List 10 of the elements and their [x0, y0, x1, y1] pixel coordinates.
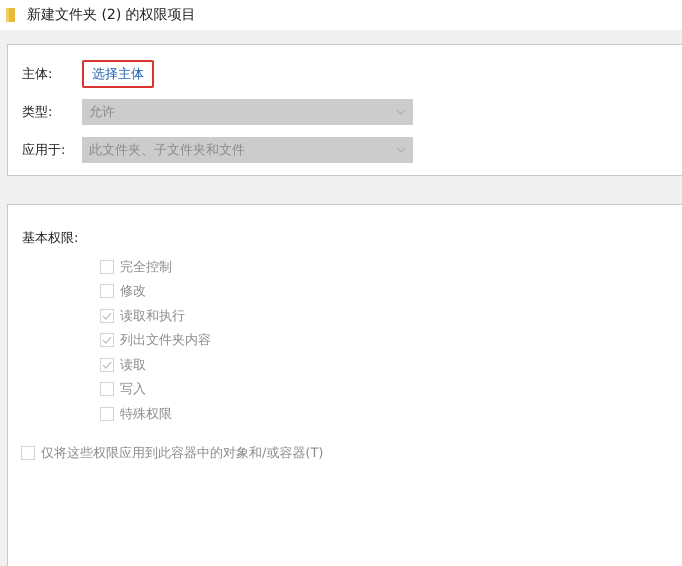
field-label: 应用于:	[22, 142, 66, 159]
field-label: 类型:	[22, 104, 54, 121]
folder-icon	[6, 8, 15, 22]
chevron-down-icon	[396, 109, 406, 115]
chevron-down-icon	[396, 147, 406, 153]
section-heading: 基本权限:	[22, 230, 80, 247]
principal-label: 主体:	[22, 66, 54, 83]
window-title: 新建文件夹 (2) 的权限项目	[27, 6, 196, 24]
select-principal-link[interactable]: 选择主体	[82, 60, 154, 88]
check-icon	[101, 334, 113, 346]
